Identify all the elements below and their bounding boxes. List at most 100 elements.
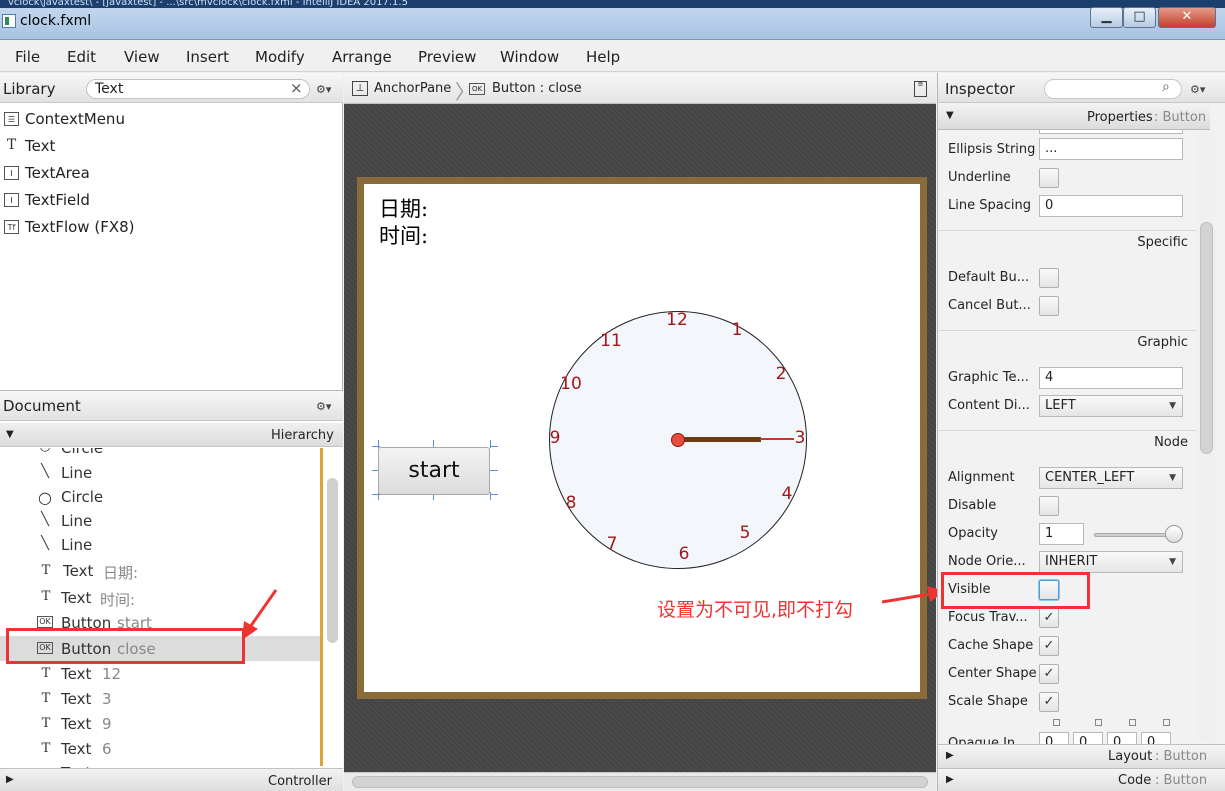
tree-item-circle[interactable]: Circle xyxy=(61,448,103,457)
disable-checkbox[interactable] xyxy=(1039,496,1059,516)
properties-collapse-icon[interactable]: ▼ xyxy=(946,110,954,121)
layout-title: Layout xyxy=(1108,749,1153,764)
tree-item-text[interactable]: Text xyxy=(61,665,91,683)
circle-icon: ○ xyxy=(38,488,52,507)
tree-item-line[interactable]: Line xyxy=(61,464,92,482)
content-display-select[interactable]: LEFT xyxy=(1039,395,1183,417)
textarea-icon: I xyxy=(4,166,19,180)
menu-modify[interactable]: Modify xyxy=(255,48,305,66)
hierarchy-collapse-icon[interactable]: ▼ xyxy=(6,429,14,440)
library-title: Library xyxy=(3,80,56,98)
opacity-slider-knob[interactable] xyxy=(1165,525,1183,543)
properties-title: Properties xyxy=(1087,110,1153,125)
menu-preview[interactable]: Preview xyxy=(418,48,476,66)
highlight-box-close-button xyxy=(6,628,245,664)
opaque-inset-top[interactable]: 0 xyxy=(1039,732,1069,744)
opaque-inset-right[interactable]: 0 xyxy=(1073,732,1103,744)
code-target: : Button xyxy=(1155,773,1208,788)
breadcrumb-root[interactable]: AnchorPane xyxy=(374,81,451,96)
document-icon[interactable]: ≡ xyxy=(914,81,927,97)
tree-item-text[interactable]: Text xyxy=(63,562,93,580)
inspector-gear-icon[interactable]: ⚙▾ xyxy=(1190,83,1205,96)
tree-item-text[interactable]: Text xyxy=(61,589,91,607)
library-item-text[interactable]: Text xyxy=(25,137,55,155)
library-item-textarea[interactable]: TextArea xyxy=(25,164,90,182)
maximize-button[interactable]: □ xyxy=(1123,7,1156,28)
alignment-select[interactable]: CENTER_LEFT xyxy=(1039,467,1183,489)
tree-item-text-sub: 3 xyxy=(102,690,112,708)
hierarchy-scrollbar[interactable] xyxy=(327,478,338,643)
controller-expand-icon[interactable]: ▶ xyxy=(6,774,14,785)
underline-checkbox[interactable] xyxy=(1039,168,1059,188)
context-menu-icon: ☰ xyxy=(4,112,19,126)
clock-number-1: 1 xyxy=(731,320,743,340)
annotation-arrow-left xyxy=(242,589,278,640)
cancel-button-checkbox[interactable] xyxy=(1039,296,1059,316)
clock-center-circle xyxy=(671,433,685,447)
content-display-label: Content Di... xyxy=(948,398,1030,413)
highlight-box-visible xyxy=(941,572,1090,609)
text-icon: T xyxy=(6,137,17,153)
time-label[interactable]: 时间: xyxy=(379,220,428,250)
menu-view[interactable]: View xyxy=(124,48,160,66)
tree-item-circle[interactable]: Circle xyxy=(61,488,103,506)
tree-item-text-sub: 时间: xyxy=(100,591,136,609)
menu-edit[interactable]: Edit xyxy=(67,48,96,66)
start-button[interactable]: start xyxy=(378,447,490,495)
library-item-contextmenu[interactable]: ContextMenu xyxy=(25,110,125,128)
document-gear-icon[interactable]: ⚙▾ xyxy=(316,400,331,413)
menu-help[interactable]: Help xyxy=(586,48,620,66)
text-icon: T xyxy=(41,666,51,681)
default-button-checkbox[interactable] xyxy=(1039,268,1059,288)
tree-item-line[interactable]: Line xyxy=(61,536,92,554)
clock-number-10: 10 xyxy=(560,374,582,394)
library-item-textfield[interactable]: TextField xyxy=(25,191,90,209)
opaque-inset-bottom[interactable]: 0 xyxy=(1107,732,1137,744)
tree-item-line[interactable]: Line xyxy=(61,512,92,530)
library-gear-icon[interactable]: ⚙▾ xyxy=(316,83,331,96)
disable-label: Disable xyxy=(948,498,997,513)
button-icon: OK xyxy=(469,83,485,95)
menu-arrange[interactable]: Arrange xyxy=(332,48,392,66)
tree-item-text-sub: 日期: xyxy=(103,564,139,582)
tree-item-text[interactable]: Text xyxy=(61,715,91,733)
code-title: Code xyxy=(1118,773,1152,788)
graphic-text-gap-field[interactable]: 4 xyxy=(1039,367,1183,389)
node-orientation-select[interactable]: INHERIT xyxy=(1039,551,1183,573)
scale-shape-checkbox[interactable]: ✓ xyxy=(1039,692,1059,712)
clock-number-4: 4 xyxy=(781,484,793,504)
center-shape-label: Center Shape xyxy=(948,666,1037,681)
line-spacing-field[interactable]: 0 xyxy=(1039,195,1183,217)
line-icon: ╲ xyxy=(41,464,49,479)
ellipsis-string-field[interactable]: ... xyxy=(1039,138,1183,160)
focus-traversable-checkbox[interactable]: ✓ xyxy=(1039,608,1059,628)
date-label[interactable]: 日期: xyxy=(379,193,428,223)
breadcrumb-current[interactable]: Button : close xyxy=(492,81,582,96)
menu-insert[interactable]: Insert xyxy=(186,48,229,66)
menu-file[interactable]: File xyxy=(15,48,40,66)
cache-shape-checkbox[interactable]: ✓ xyxy=(1039,636,1059,656)
clock-number-6: 6 xyxy=(678,544,690,564)
tree-item-text[interactable]: Text xyxy=(61,740,91,758)
button-icon: OK xyxy=(37,616,53,628)
cancel-button-label: Cancel But... xyxy=(948,298,1031,313)
minimize-button[interactable]: ▁ xyxy=(1090,7,1123,28)
tree-item-text[interactable]: Text xyxy=(61,690,91,708)
menu-window[interactable]: Window xyxy=(500,48,559,66)
library-item-textflow[interactable]: TextFlow (FX8) xyxy=(25,218,135,236)
code-expand-icon[interactable]: ▶ xyxy=(946,774,954,785)
tree-item-text-sub: 6 xyxy=(102,740,112,758)
layout-expand-icon[interactable]: ▶ xyxy=(946,750,954,761)
node-orientation-label: Node Orie... xyxy=(948,554,1026,569)
opacity-label: Opacity xyxy=(948,526,999,541)
opaque-inset-left[interactable]: 0 xyxy=(1141,732,1171,744)
canvas-scroll-thumb[interactable] xyxy=(352,776,928,788)
clear-search-icon[interactable]: × xyxy=(290,79,303,97)
inspector-scroll-thumb[interactable] xyxy=(1200,222,1213,454)
hour-hand xyxy=(679,437,761,442)
opacity-field[interactable]: 1 xyxy=(1039,523,1084,545)
text-icon: T xyxy=(41,716,51,731)
center-shape-checkbox[interactable]: ✓ xyxy=(1039,664,1059,684)
window-path-strip: vclock\javaxtest\ - [javaxtest] - ...\sr… xyxy=(0,0,1225,8)
close-window-button[interactable]: ✕ xyxy=(1158,7,1216,28)
